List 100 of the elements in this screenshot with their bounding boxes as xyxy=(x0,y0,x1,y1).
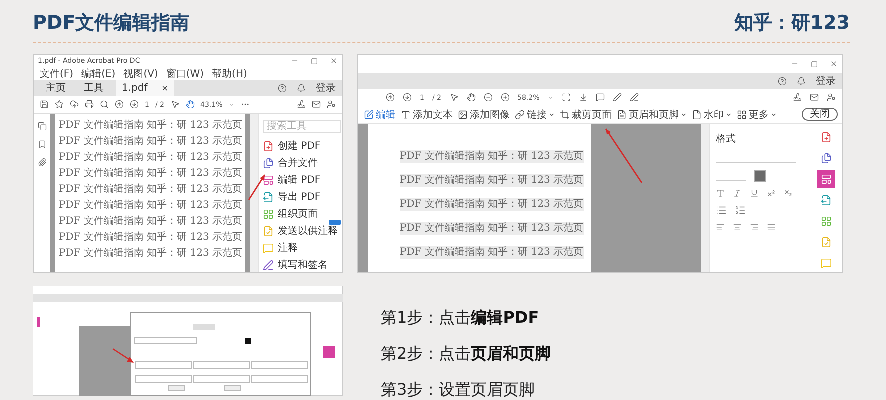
tool-item[interactable]: 组织页面 xyxy=(278,207,318,221)
crop-icon xyxy=(560,110,570,120)
edit-tool[interactable]: 更多 xyxy=(737,108,777,122)
caret-icon xyxy=(726,112,732,118)
grid-icon xyxy=(820,216,832,226)
search-icon[interactable] xyxy=(100,100,109,109)
maximize-icon[interactable] xyxy=(811,60,818,68)
align-right-icon[interactable] xyxy=(750,223,759,232)
edit-tool[interactable]: 页眉和页脚 xyxy=(617,108,687,122)
page-text: PDF 文件编辑指南 知乎：研 123 示范页 xyxy=(400,246,584,259)
user-settings-icon[interactable] xyxy=(327,100,336,109)
caret-icon xyxy=(681,112,687,118)
layout-icon xyxy=(820,174,832,184)
help-icon[interactable] xyxy=(278,84,287,92)
edit-tool[interactable]: 编辑 xyxy=(364,108,396,122)
edit-tool[interactable]: 链接 xyxy=(515,108,555,122)
tool-item[interactable]: 合并文件 xyxy=(278,156,318,170)
tab[interactable]: 主页 xyxy=(40,80,72,96)
italic-icon[interactable] xyxy=(733,189,742,198)
file-output-icon[interactable] xyxy=(263,192,274,202)
edit-tool[interactable]: 添加文本 xyxy=(401,108,453,122)
align-left-icon[interactable] xyxy=(716,223,725,232)
sign-in-link[interactable]: 登录 xyxy=(316,81,336,95)
tool-item[interactable]: 注释 xyxy=(278,241,298,255)
maximize-icon[interactable] xyxy=(311,58,318,64)
pen-icon[interactable] xyxy=(263,260,274,270)
layout-icon[interactable] xyxy=(263,174,274,186)
file-check-icon[interactable] xyxy=(263,226,274,236)
tool-item[interactable]: 发送以供注释 xyxy=(278,224,338,238)
files-icon[interactable] xyxy=(263,158,274,168)
sign-icon[interactable] xyxy=(297,100,306,109)
slide-title: PDF文件编辑指南 xyxy=(33,11,190,36)
close-icon[interactable] xyxy=(330,57,338,65)
page-text: PDF 文件编辑指南 知乎：研 123 示范页 xyxy=(59,199,241,212)
edit-tool[interactable]: 水印 xyxy=(692,108,732,122)
tool-item[interactable]: 导出 PDF xyxy=(278,190,321,204)
tab[interactable]: 1.pdf × xyxy=(116,80,174,96)
comment-icon[interactable] xyxy=(596,93,605,102)
close-button[interactable]: 关闭 xyxy=(802,108,838,121)
user-settings-icon[interactable] xyxy=(827,93,836,102)
menu-item[interactable]: 视图(V) xyxy=(124,66,158,80)
bell-icon[interactable] xyxy=(797,76,806,86)
hand-icon[interactable] xyxy=(186,100,195,109)
pointer-icon[interactable] xyxy=(170,100,180,109)
menu-item[interactable]: 帮助(H) xyxy=(212,66,248,80)
step-instruction: 第1步：点击编辑PDF xyxy=(381,308,540,329)
tab[interactable]: 工具 xyxy=(78,80,110,96)
next-page-icon[interactable] xyxy=(130,100,139,109)
file-plus-icon[interactable] xyxy=(263,140,274,152)
scrollbar[interactable] xyxy=(701,124,709,272)
document-icon xyxy=(617,110,627,120)
color-swatch[interactable] xyxy=(754,170,766,182)
scrollbar[interactable] xyxy=(250,114,258,272)
bell-icon[interactable] xyxy=(297,84,306,92)
text-icon xyxy=(401,110,411,120)
zoom-out-icon[interactable] xyxy=(484,93,493,102)
pages-icon[interactable] xyxy=(38,122,46,131)
step-instruction: 第3步：设置页眉页脚 xyxy=(381,380,536,400)
bookmark-icon[interactable] xyxy=(38,140,46,149)
upload-icon[interactable] xyxy=(70,100,79,109)
print-icon[interactable] xyxy=(85,100,94,109)
subscript-icon[interactable] xyxy=(784,189,793,198)
mail-icon[interactable] xyxy=(312,100,321,109)
save-icon[interactable] xyxy=(40,100,49,109)
tool-item[interactable]: 编辑 PDF xyxy=(278,173,321,187)
star-icon[interactable] xyxy=(55,100,64,109)
hand-icon[interactable] xyxy=(466,93,476,102)
page-text: PDF 文件编辑指南 知乎：研 123 示范页 xyxy=(59,135,241,148)
pointer-icon[interactable] xyxy=(450,93,459,102)
pen-icon[interactable] xyxy=(612,93,622,102)
rail-tool[interactable] xyxy=(817,170,835,188)
align-center-icon[interactable] xyxy=(733,223,742,232)
previous-page-icon[interactable] xyxy=(386,93,395,102)
mail-icon[interactable] xyxy=(810,93,819,102)
help-icon[interactable] xyxy=(778,76,787,86)
sign-in-link[interactable]: 登录 xyxy=(816,74,836,88)
numbered-list-icon[interactable] xyxy=(735,205,746,216)
scroll-mode-icon[interactable] xyxy=(578,93,588,102)
sign-icon[interactable] xyxy=(793,93,802,102)
tool-item[interactable]: 填写和签名 xyxy=(278,258,328,272)
next-page-icon[interactable] xyxy=(403,93,412,102)
fit-page-icon[interactable] xyxy=(562,93,571,102)
search-tools-field[interactable]: 搜索工具 xyxy=(263,120,341,133)
sign-icon[interactable] xyxy=(630,93,639,102)
underline-icon[interactable] xyxy=(750,189,759,198)
close-icon[interactable] xyxy=(830,60,838,68)
page-text: PDF 文件编辑指南 知乎：研 123 示范页 xyxy=(400,174,584,187)
edit-tool[interactable]: 添加图像 xyxy=(458,108,510,122)
tab-close[interactable]: × xyxy=(162,84,168,92)
superscript-icon[interactable] xyxy=(767,189,776,198)
align-justify-icon[interactable] xyxy=(767,223,776,232)
menu-item[interactable]: 编辑(E) xyxy=(82,66,116,80)
zoom-in-icon[interactable] xyxy=(500,93,510,102)
link-icon xyxy=(515,110,525,120)
attachment-icon[interactable] xyxy=(38,158,46,167)
menu-item[interactable]: 文件(F) xyxy=(40,66,74,80)
previous-page-icon[interactable] xyxy=(115,100,124,109)
tool-item[interactable]: 创建 PDF xyxy=(278,139,321,153)
edit-tool[interactable]: 裁剪页面 xyxy=(560,108,612,122)
menu-item[interactable]: 窗口(W) xyxy=(166,66,204,80)
